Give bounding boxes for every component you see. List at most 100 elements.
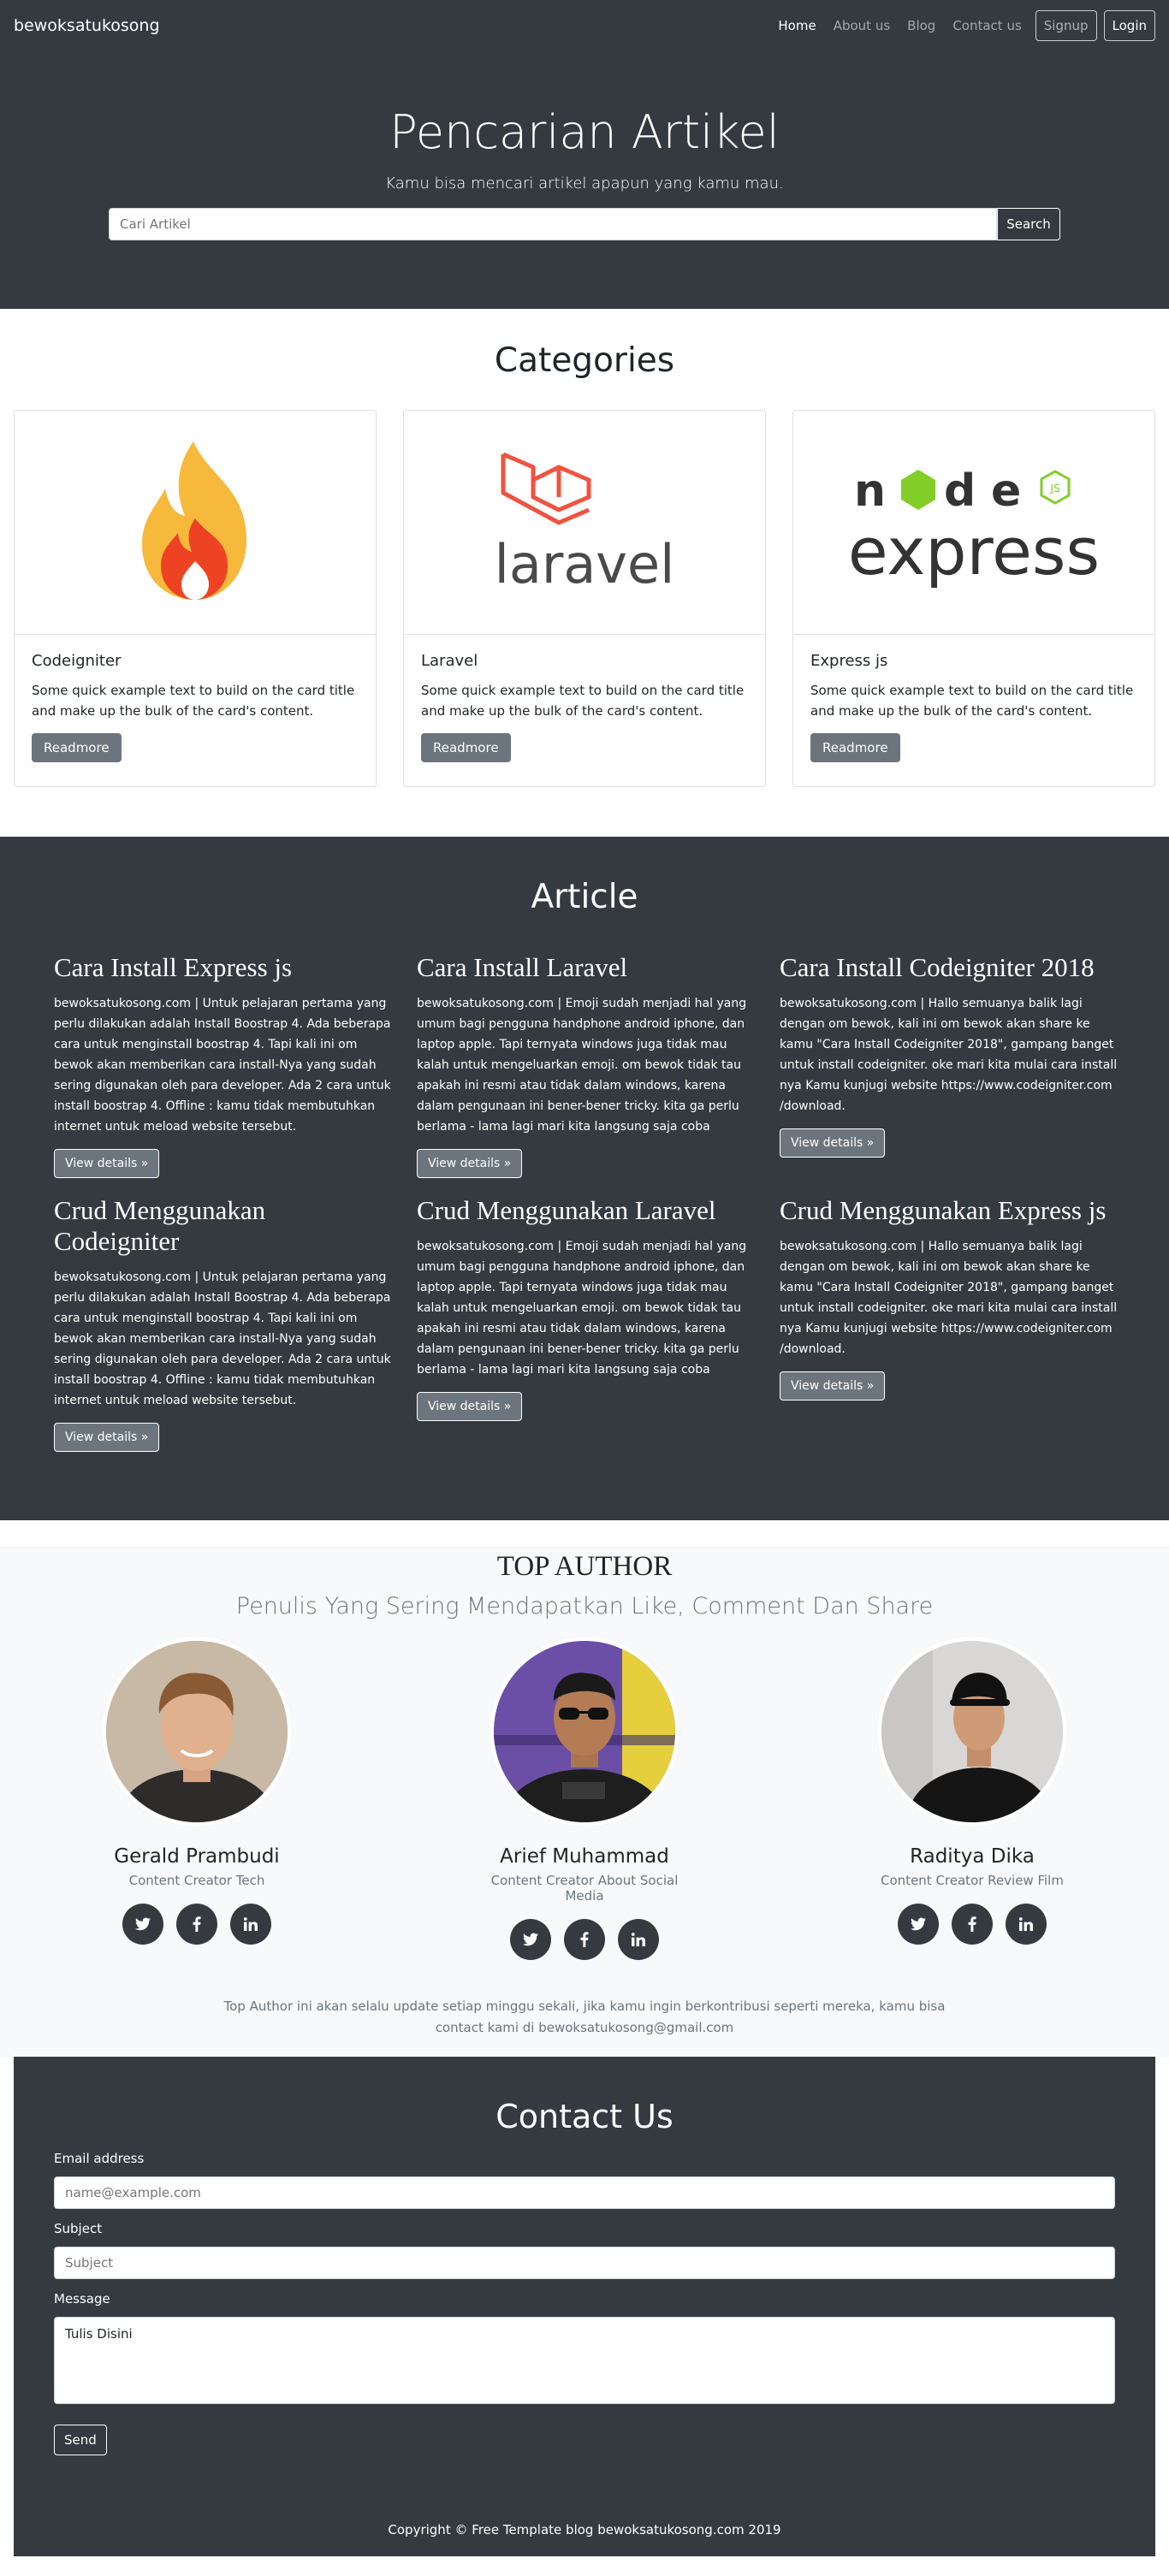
article-item: Crud Menggunakan Codeigniter bewoksatuko… — [54, 1195, 392, 1452]
articles-title: Article — [531, 878, 638, 916]
twitter-icon[interactable] — [510, 1919, 551, 1960]
category-card-codeigniter: Codeigniter Some quick example text to b… — [14, 410, 377, 787]
article-title: Cara Install Codeigniter 2018 — [780, 952, 1095, 982]
contact-title: Contact Us — [495, 2098, 674, 2135]
laravel-logo: laravel — [404, 411, 765, 635]
avatar — [102, 1637, 292, 1827]
facebook-icon[interactable] — [176, 1904, 217, 1945]
article-item: Cara Install Codeigniter 2018 bewoksatuk… — [780, 952, 1118, 1178]
facebook-icon[interactable] — [564, 1919, 605, 1960]
signup-button[interactable]: Signup — [1035, 10, 1097, 41]
search-button[interactable]: Search — [997, 208, 1060, 240]
copyright-text: Copyright © Free Template blog bewoksatu… — [388, 2522, 781, 2538]
article-excerpt: bewoksatukosong.com | Untuk pelajaran pe… — [54, 1270, 391, 1407]
twitter-icon[interactable] — [898, 1904, 939, 1945]
top-author-subtitle: Penulis Yang Sering Mendapatkan Like, Co… — [235, 1593, 934, 1620]
brand-logo-text[interactable]: bewoksatukosong — [14, 16, 160, 35]
view-details-button[interactable]: View details » — [417, 1149, 523, 1178]
article-excerpt: bewoksatukosong.com | Emoji sudah menjad… — [417, 997, 747, 1134]
author-name: Arief Muhammad — [500, 1845, 669, 1868]
nav-link-home[interactable]: Home — [771, 13, 822, 38]
social-links — [486, 1919, 683, 1960]
login-button[interactable]: Login — [1103, 10, 1155, 41]
top-author-section: TOP AUTHOR Penulis Yang Sering Mendapatk… — [0, 1548, 1169, 2057]
article-title: Crud Menggunakan Express js — [780, 1195, 1107, 1225]
twitter-icon[interactable] — [122, 1904, 163, 1945]
message-label: Message — [54, 2291, 110, 2307]
article-excerpt: bewoksatukosong.com | Untuk pelajaran pe… — [54, 997, 391, 1134]
articles-section: Article Cara Install Express js bewoksat… — [0, 837, 1169, 1520]
article-title: Cara Install Express js — [54, 952, 293, 982]
message-field[interactable]: Tulis Disini — [54, 2317, 1115, 2404]
view-details-button[interactable]: View details » — [54, 1149, 160, 1178]
author-role: Content Creator Tech — [128, 1873, 265, 1888]
article-excerpt: bewoksatukosong.com | Emoji sudah menjad… — [417, 1240, 747, 1377]
card-title: Express js — [810, 652, 888, 670]
author-name: Gerald Prambudi — [114, 1845, 280, 1868]
readmore-button[interactable]: Readmore — [421, 733, 511, 762]
send-button[interactable]: Send — [54, 2425, 107, 2455]
article-excerpt: bewoksatukosong.com | Hallo semuanya bal… — [780, 997, 1118, 1113]
linkedin-icon[interactable] — [618, 1919, 659, 1960]
avatar — [490, 1637, 679, 1827]
author-name: Raditya Dika — [910, 1845, 1035, 1868]
card-text: Some quick example text to build on the … — [810, 683, 1134, 719]
search-input[interactable] — [109, 208, 997, 240]
categories-title: Categories — [494, 341, 675, 380]
author-card: Gerald Prambudi Content Creator Tech — [98, 1637, 295, 1960]
subject-field[interactable] — [54, 2247, 1115, 2279]
svg-text:d: d — [944, 465, 976, 517]
facebook-icon[interactable] — [952, 1904, 993, 1945]
contact-section: Contact Us Email address Subject Message… — [14, 2057, 1155, 2556]
email-label: Email address — [54, 2151, 145, 2166]
subject-label: Subject — [54, 2221, 103, 2236]
card-title: Codeigniter — [32, 652, 122, 670]
nav-link-about[interactable]: About us — [827, 13, 897, 38]
laravel-wordmark: laravel — [495, 533, 675, 595]
node-express-logo: n d e JS express — [793, 411, 1154, 635]
codeigniter-logo — [15, 411, 376, 635]
email-field[interactable] — [54, 2176, 1115, 2209]
top-author-note: Top Author ini akan selalu update setiap… — [223, 1999, 946, 2035]
view-details-button[interactable]: View details » — [54, 1423, 160, 1452]
avatar — [877, 1637, 1067, 1827]
article-title: Crud Menggunakan Codeigniter — [54, 1195, 266, 1256]
readmore-button[interactable]: Readmore — [32, 733, 122, 762]
category-cards: Codeigniter Some quick example text to b… — [0, 410, 1169, 787]
view-details-button[interactable]: View details » — [417, 1392, 523, 1421]
author-role: Content Creator About Social Media — [490, 1873, 679, 1904]
navbar: bewoksatukosong Home About us Blog Conta… — [0, 0, 1169, 51]
readmore-button[interactable]: Readmore — [810, 733, 900, 762]
express-wordmark: express — [848, 513, 1100, 589]
article-item: Crud Menggunakan Laravel bewoksatukosong… — [417, 1195, 755, 1452]
nav-links: Home About us Blog Contact us Signup Log… — [771, 10, 1155, 41]
svg-text:e: e — [991, 465, 1021, 517]
section-divider — [0, 1520, 1169, 1548]
categories-section: Categories Codeigniter Some quick exampl… — [0, 309, 1169, 837]
hero-search-section: Pencarian Artikel Kamu bisa mencari arti… — [0, 51, 1169, 309]
article-item: Cara Install Express js bewoksatukosong.… — [54, 952, 392, 1178]
card-text: Some quick example text to build on the … — [421, 683, 745, 719]
card-title: Laravel — [421, 652, 478, 670]
article-grid: Cara Install Express js bewoksatukosong.… — [0, 952, 1169, 1452]
article-excerpt: bewoksatukosong.com | Hallo semuanya bal… — [780, 1240, 1118, 1356]
social-links — [98, 1904, 295, 1945]
article-item: Cara Install Laravel bewoksatukosong.com… — [417, 952, 755, 1178]
hero-title: Pencarian Artikel — [389, 105, 780, 159]
social-links — [874, 1904, 1071, 1945]
category-card-laravel: laravel Laravel Some quick example text … — [403, 410, 766, 787]
author-card: Raditya Dika Content Creator Review Film — [874, 1637, 1071, 1960]
linkedin-icon[interactable] — [1006, 1904, 1047, 1945]
page-bottom — [0, 2556, 1169, 2573]
article-title: Crud Menggunakan Laravel — [417, 1195, 716, 1225]
nav-link-contact[interactable]: Contact us — [946, 13, 1028, 38]
search-bar: Search — [0, 208, 1169, 240]
view-details-button[interactable]: View details » — [780, 1128, 886, 1158]
view-details-button[interactable]: View details » — [780, 1371, 886, 1401]
article-item: Crud Menggunakan Express js bewoksatukos… — [780, 1195, 1118, 1452]
nav-link-blog[interactable]: Blog — [900, 13, 942, 38]
svg-text:JS: JS — [1049, 483, 1059, 494]
linkedin-icon[interactable] — [230, 1904, 271, 1945]
author-role: Content Creator Review Film — [881, 1873, 1064, 1888]
hero-subtitle: Kamu bisa mencari artikel apapun yang ka… — [385, 175, 784, 192]
